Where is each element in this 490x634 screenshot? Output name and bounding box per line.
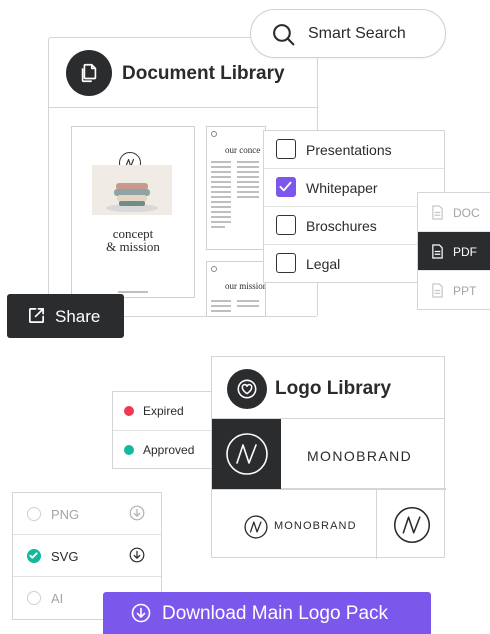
- logo-library-card: Logo Library MONOBRAND MONOBRAND: [211, 356, 446, 559]
- page-mark-icon: [211, 266, 217, 272]
- document-thumbnail-concept[interactable]: our conce: [206, 126, 266, 250]
- document-library-title: Document Library: [122, 63, 285, 84]
- monobrand-mark-icon: [244, 515, 268, 544]
- text-line: [237, 161, 259, 163]
- status-label: Expired: [143, 404, 184, 418]
- category-label: Whitepaper: [306, 180, 378, 196]
- file-type-ppt[interactable]: PPT: [418, 271, 490, 310]
- text-line: [211, 166, 231, 168]
- category-option-presentations[interactable]: Presentations: [264, 131, 444, 169]
- cover-footer-line: [118, 291, 148, 293]
- document-thumbnail-mission[interactable]: our mission: [206, 261, 266, 317]
- smart-search-button[interactable]: Smart Search: [250, 9, 446, 58]
- file-type-label: DOC: [453, 206, 480, 220]
- share-button[interactable]: Share: [7, 294, 124, 338]
- text-line: [211, 305, 231, 307]
- text-line: [211, 300, 231, 302]
- file-type-label: PDF: [453, 245, 477, 259]
- external-link-icon: [27, 306, 46, 330]
- monobrand-mark-icon: [225, 433, 268, 475]
- file-type-doc[interactable]: DOC: [418, 193, 490, 232]
- file-icon: [431, 244, 444, 264]
- download-main-logo-pack-button[interactable]: Download Main Logo Pack: [103, 592, 431, 634]
- logo-tile-mark[interactable]: [377, 489, 446, 559]
- format-label: PNG: [51, 507, 80, 522]
- radio-svg[interactable]: [27, 549, 41, 563]
- download-icon: [131, 603, 151, 628]
- monobrand-wordmark: MONOBRAND: [307, 448, 413, 464]
- file-icon: [431, 205, 444, 225]
- text-line: [211, 211, 231, 213]
- search-icon: [271, 22, 296, 52]
- text-line: [211, 201, 231, 203]
- heart-icon: [227, 369, 267, 409]
- monobrand-mark-icon: [393, 506, 430, 543]
- text-line: [211, 226, 225, 228]
- text-line: [211, 186, 231, 188]
- checkbox-legal[interactable]: [276, 253, 296, 273]
- file-type-label: PPT: [453, 284, 477, 298]
- category-label: Legal: [306, 256, 341, 272]
- logo-tile-wordmark[interactable]: MONOBRAND: [281, 419, 446, 489]
- check-icon: [29, 552, 38, 559]
- text-line: [237, 181, 259, 183]
- status-approved[interactable]: Approved: [113, 431, 213, 470]
- text-line: [211, 196, 231, 198]
- text-line: [211, 221, 231, 223]
- share-label: Share: [55, 307, 101, 326]
- text-line: [237, 191, 259, 193]
- file-icon: [431, 283, 444, 303]
- status-label: Approved: [143, 443, 195, 457]
- status-dot-expired: [124, 406, 134, 416]
- format-option-png[interactable]: PNG: [13, 493, 161, 535]
- text-line: [211, 176, 231, 178]
- monobrand-wordmark-small: MONOBRAND: [274, 520, 357, 532]
- text-line: [211, 191, 231, 193]
- text-line: [211, 310, 231, 312]
- document-thumbnail-cover[interactable]: concept & mission: [71, 126, 195, 298]
- documents-icon: [66, 50, 112, 96]
- download-icon[interactable]: [129, 547, 145, 568]
- text-line: [237, 186, 259, 188]
- format-label: SVG: [51, 549, 79, 564]
- text-line: [237, 171, 259, 173]
- radio-ai[interactable]: [27, 591, 41, 605]
- checkbox-presentations[interactable]: [276, 139, 296, 159]
- download-label: Download Main Logo Pack: [162, 603, 389, 624]
- file-type-list: DOC PDF PPT: [417, 192, 490, 310]
- logo-library-header: Logo Library: [212, 357, 444, 419]
- text-line: [237, 176, 259, 178]
- radio-png[interactable]: [27, 507, 41, 521]
- cover-title-line2: & mission: [106, 239, 160, 254]
- checkbox-broschures[interactable]: [276, 215, 296, 235]
- download-icon[interactable]: [129, 505, 145, 526]
- logo-library-title: Logo Library: [275, 378, 392, 399]
- status-dot-approved: [124, 445, 134, 455]
- status-list: Expired Approved: [112, 391, 214, 469]
- text-line: [211, 216, 231, 218]
- category-label: Broschures: [306, 218, 377, 234]
- text-line: [237, 305, 259, 307]
- text-line: [211, 181, 231, 183]
- file-type-pdf[interactable]: PDF: [418, 232, 490, 271]
- smart-search-label: Smart Search: [308, 25, 406, 42]
- text-line: [211, 171, 231, 173]
- text-line: [237, 196, 259, 198]
- check-icon: [279, 181, 292, 192]
- text-line: [237, 300, 259, 302]
- format-label: AI: [51, 591, 64, 606]
- page-heading-concept: our conce: [225, 145, 261, 155]
- text-line: [211, 206, 231, 208]
- cover-photo: [92, 165, 172, 215]
- checkbox-whitepaper[interactable]: [276, 177, 296, 197]
- format-option-svg[interactable]: SVG: [13, 535, 161, 577]
- page-heading-mission: our mission: [225, 281, 266, 291]
- page-mark-icon: [211, 131, 217, 137]
- text-line: [237, 166, 259, 168]
- logo-tile-dark[interactable]: [212, 419, 281, 489]
- logo-tile-combination[interactable]: MONOBRAND: [212, 489, 377, 559]
- status-expired[interactable]: Expired: [113, 392, 213, 431]
- text-line: [211, 161, 231, 163]
- category-label: Presentations: [306, 142, 392, 158]
